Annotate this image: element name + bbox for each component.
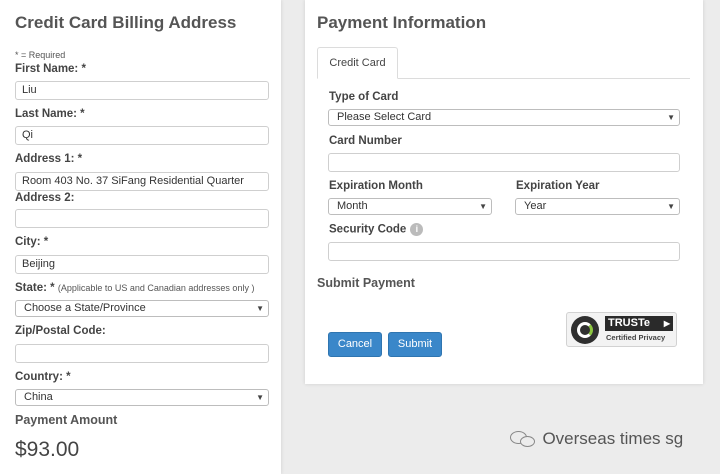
chevron-down-icon: ▼ bbox=[479, 202, 487, 211]
zip-field[interactable] bbox=[15, 344, 269, 363]
last-name-label: Last Name: * bbox=[15, 108, 85, 120]
state-select-value: Choose a State/Province bbox=[24, 302, 146, 314]
billing-title: Credit Card Billing Address bbox=[15, 13, 237, 32]
city-field[interactable]: Beijing bbox=[15, 255, 269, 274]
truste-name: TRUSTe bbox=[608, 317, 650, 329]
payment-amount-label: Payment Amount bbox=[15, 413, 118, 427]
city-label: City: * bbox=[15, 236, 49, 248]
security-code-row: Security Code i bbox=[329, 223, 424, 236]
security-code-field[interactable] bbox=[328, 242, 680, 261]
first-name-label: First Name: * bbox=[15, 63, 86, 75]
state-label-row: State: * (Applicable to US and Canadian … bbox=[15, 282, 254, 294]
address2-field[interactable] bbox=[15, 209, 269, 228]
country-select-value: China bbox=[24, 391, 53, 403]
security-code-label: Security Code bbox=[329, 223, 407, 236]
card-type-select[interactable]: Please Select Card ▼ bbox=[328, 109, 680, 126]
payment-info-panel: Payment Information Credit Card Type of … bbox=[305, 0, 703, 384]
watermark: Overseas times sg bbox=[510, 429, 683, 449]
last-name-field[interactable]: Qi bbox=[15, 126, 269, 145]
payment-title: Payment Information bbox=[317, 13, 487, 32]
required-note: * = Required bbox=[15, 50, 66, 60]
chevron-down-icon: ▼ bbox=[256, 393, 264, 402]
exp-month-select-value: Month bbox=[337, 200, 368, 212]
cancel-button[interactable]: Cancel bbox=[328, 332, 382, 357]
submit-button[interactable]: Submit bbox=[388, 332, 442, 357]
card-type-label: Type of Card bbox=[329, 91, 399, 103]
chevron-down-icon: ▼ bbox=[256, 304, 264, 313]
arrow-right-icon: ▶ bbox=[663, 319, 670, 328]
country-label: Country: * bbox=[15, 371, 71, 383]
billing-address-panel: Credit Card Billing Address * = Required… bbox=[0, 0, 281, 474]
address2-label: Address 2: bbox=[15, 192, 75, 204]
zip-label: Zip/Postal Code: bbox=[15, 325, 106, 337]
card-type-select-value: Please Select Card bbox=[337, 111, 432, 123]
exp-year-select-value: Year bbox=[524, 200, 547, 212]
address1-label: Address 1: * bbox=[15, 153, 83, 165]
info-icon[interactable]: i bbox=[410, 223, 424, 236]
exp-year-label: Expiration Year bbox=[516, 180, 600, 192]
exp-month-label: Expiration Month bbox=[329, 180, 423, 192]
state-note: (Applicable to US and Canadian addresses… bbox=[57, 283, 255, 293]
chevron-down-icon: ▼ bbox=[667, 202, 675, 211]
truste-name-bar: TRUSTe ▶ bbox=[605, 316, 673, 331]
state-label: State: * bbox=[15, 282, 55, 294]
exp-month-select[interactable]: Month ▼ bbox=[328, 198, 492, 215]
watermark-text: Overseas times sg bbox=[542, 429, 684, 448]
truste-tagline: Certified Privacy bbox=[606, 333, 666, 342]
tab-credit-card[interactable]: Credit Card bbox=[317, 47, 398, 79]
card-number-label: Card Number bbox=[329, 135, 402, 147]
state-select[interactable]: Choose a State/Province ▼ bbox=[15, 300, 269, 317]
country-select[interactable]: China ▼ bbox=[15, 389, 269, 406]
wechat-icon bbox=[510, 429, 538, 449]
exp-year-select[interactable]: Year ▼ bbox=[515, 198, 680, 215]
chevron-down-icon: ▼ bbox=[667, 113, 675, 122]
card-number-field[interactable] bbox=[328, 153, 680, 172]
first-name-field[interactable]: Liu bbox=[15, 81, 269, 100]
truste-seal[interactable]: TRUSTe ▶ Certified Privacy bbox=[566, 312, 677, 347]
truste-logo-icon bbox=[571, 316, 599, 344]
payment-amount-value: $93.00 bbox=[15, 438, 80, 461]
address1-field[interactable]: Room 403 No. 37 SiFang Residential Quart… bbox=[15, 172, 269, 191]
submit-payment-heading: Submit Payment bbox=[317, 276, 415, 290]
